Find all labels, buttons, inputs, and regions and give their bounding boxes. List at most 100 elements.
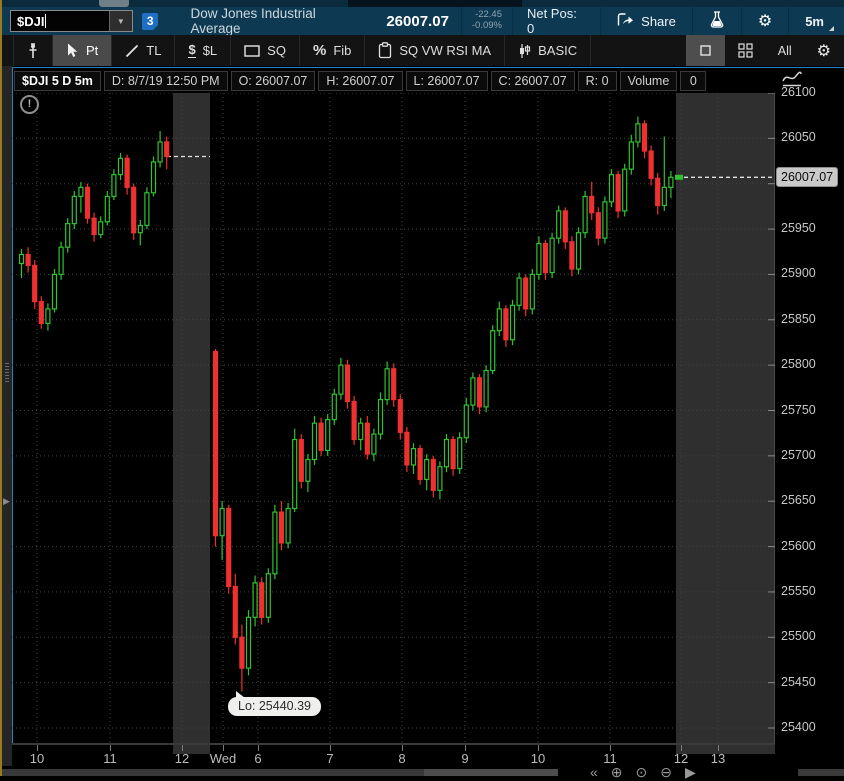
- gear-icon: ⚙: [816, 42, 831, 60]
- chart-ohlc-header: $DJI 5 D 5m D: 8/7/19 12:50 PM O: 26007.…: [14, 71, 707, 91]
- candle-body: [278, 511, 285, 544]
- volume-value: 0: [680, 71, 707, 91]
- candle-body: [212, 350, 219, 537]
- candle-body: [483, 369, 489, 408]
- share-icon: [617, 12, 634, 30]
- gridlines: [12, 92, 775, 744]
- study-set-button[interactable]: SQ VW RSI MA: [365, 35, 506, 66]
- zoom-out-icon[interactable]: ⊖: [660, 764, 672, 781]
- price-tick-label: 25700: [781, 447, 816, 462]
- dollar-underline-icon: $: [188, 42, 196, 58]
- drawing-toolbar: Pt TL $ $L SQ % Fib SQ VW RSI MA BASIC A…: [2, 35, 844, 66]
- header-high-field[interactable]: H: 26007.07: [318, 71, 403, 91]
- left-sidebar-gutter: ▶: [2, 66, 12, 776]
- last-price-axis-bubble: 26007.07: [776, 167, 839, 188]
- grid-layout-button[interactable]: [725, 35, 766, 66]
- candle-body: [655, 177, 661, 207]
- style-basic-button[interactable]: BASIC: [505, 35, 592, 66]
- candle-body: [292, 438, 298, 510]
- single-chart-layout-button[interactable]: [685, 35, 725, 66]
- candle-body: [84, 186, 91, 219]
- change-percent: -0.09%: [471, 20, 502, 31]
- candle-body: [602, 201, 608, 239]
- time-axis[interactable]: 10 11 12 Wed 6 7 8 9 10 11 12 13: [12, 744, 775, 766]
- tool-rectangle-button[interactable]: SQ: [231, 35, 300, 66]
- tool-fibonacci-button[interactable]: % Fib: [300, 35, 366, 66]
- volume-label[interactable]: Volume: [619, 71, 678, 91]
- header-low-field[interactable]: L: 26007.07: [405, 71, 488, 91]
- fast-rewind-icon[interactable]: «: [590, 764, 598, 781]
- candle-body: [131, 186, 137, 234]
- toolbar-settings-button[interactable]: ⚙: [804, 35, 844, 66]
- price-tick-label: 25400: [781, 720, 816, 734]
- share-button[interactable]: Share: [601, 7, 692, 35]
- tool-price-level-label: $L: [202, 43, 218, 58]
- candle-body: [424, 458, 430, 481]
- tool-price-level-button[interactable]: $ $L: [175, 35, 232, 66]
- cropped-row-above: [2, 0, 844, 7]
- price-axis[interactable]: 26007.07 2610026050260002595025900258502…: [775, 68, 844, 766]
- analyze-flask-button[interactable]: [693, 7, 741, 35]
- tool-fibonacci-label: Fib: [333, 43, 352, 58]
- clock-icon[interactable]: ⊙: [636, 764, 648, 781]
- candle-body: [331, 393, 337, 421]
- time-tick-label: 9: [461, 751, 469, 766]
- time-tick-label: 7: [326, 751, 334, 766]
- all-button[interactable]: All: [766, 35, 804, 66]
- candle-body: [430, 458, 436, 491]
- price-tick-label: 25550: [781, 583, 816, 598]
- tool-pointer-button[interactable]: Pt: [53, 35, 113, 66]
- time-scrollbar-thumb[interactable]: [424, 769, 558, 776]
- symbol-input-value: $DJI: [17, 13, 45, 29]
- timeframe-label: 5m: [805, 14, 834, 31]
- candle-body: [582, 195, 588, 234]
- play-icon[interactable]: ▶: [685, 764, 696, 781]
- header-open-field[interactable]: O: 26007.07: [230, 71, 316, 91]
- header-range-field[interactable]: R: 0: [577, 71, 617, 91]
- candle-body: [164, 141, 170, 158]
- header-close-field[interactable]: C: 26007.07: [490, 71, 575, 91]
- candle-body: [38, 301, 44, 325]
- time-tick-label: 8: [398, 751, 406, 766]
- symbol-dropdown-button[interactable]: ▼: [108, 11, 132, 31]
- gutter-grip-handle[interactable]: [5, 361, 9, 383]
- candle-body: [219, 507, 225, 537]
- candle-body: [595, 212, 601, 239]
- flask-icon: [709, 11, 725, 31]
- candle-body: [358, 422, 364, 441]
- tool-trendline-button[interactable]: TL: [112, 35, 176, 66]
- chart-plot-area[interactable]: [12, 92, 775, 744]
- candle-body: [245, 616, 252, 669]
- link-group-badge[interactable]: 3: [141, 12, 159, 30]
- candle-body: [523, 277, 529, 310]
- price-tick-label: 25750: [781, 402, 816, 417]
- candle-body: [318, 422, 324, 452]
- candle-body: [104, 195, 110, 223]
- candle-body: [58, 246, 64, 276]
- clipboard-icon: [378, 42, 392, 59]
- candlestick-icon: [518, 43, 531, 59]
- pin-icon: [27, 42, 39, 59]
- chart-settings-button[interactable]: ⚙: [742, 7, 788, 35]
- symbol-input[interactable]: $DJI ▼: [10, 10, 133, 32]
- candle-body: [124, 157, 130, 188]
- low-annotation-bubble: Lo: 25440.39: [228, 691, 321, 716]
- header-date-field[interactable]: D: 8/7/19 12:50 PM: [103, 71, 228, 91]
- candle-body: [536, 242, 542, 276]
- candle-body: [226, 507, 232, 588]
- candle-body: [298, 438, 304, 482]
- pin-toolbar-button[interactable]: [13, 35, 53, 66]
- chart-symbol-period[interactable]: $DJI 5 D 5m: [14, 71, 101, 91]
- expand-sidebar-arrow-icon[interactable]: ▶: [3, 496, 10, 507]
- candle-body: [470, 377, 476, 406]
- timeframe-button[interactable]: 5m: [789, 7, 844, 35]
- candle-body: [285, 507, 291, 544]
- candle-body: [377, 399, 384, 435]
- candle-body: [450, 438, 456, 470]
- candle-body: [65, 223, 71, 248]
- percent-icon: %: [312, 42, 327, 59]
- info-alert-icon[interactable]: !: [20, 95, 39, 114]
- zoom-in-icon[interactable]: ⊕: [611, 764, 623, 781]
- price-tick-label: 25850: [781, 311, 816, 326]
- candle-body: [384, 368, 390, 401]
